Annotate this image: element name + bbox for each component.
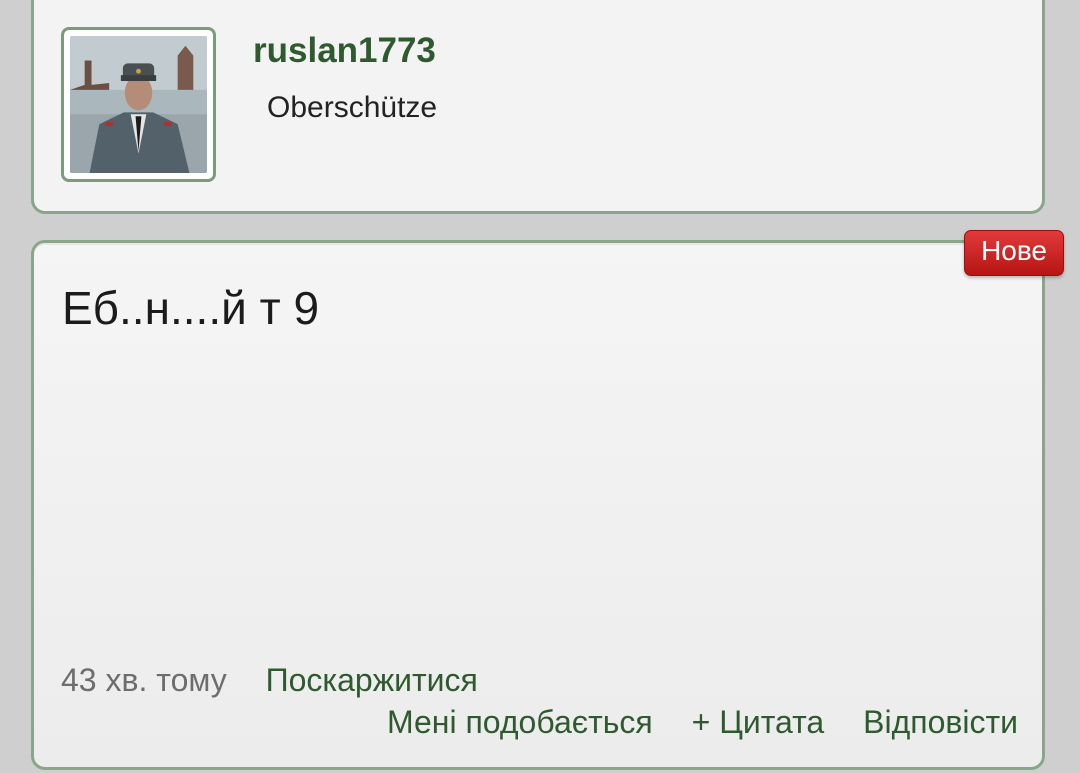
quote-link[interactable]: + Цитата [692, 704, 825, 740]
like-link[interactable]: Мені подобається [387, 704, 653, 740]
username[interactable]: ruslan1773 [253, 31, 436, 71]
user-info-card: ruslan1773 Oberschütze [31, 0, 1045, 214]
post-actions: Мені подобається + Цитата Відповісти [357, 704, 1018, 741]
avatar-frame[interactable] [61, 27, 216, 182]
user-rank: Oberschütze [267, 91, 438, 124]
post-text: Еб..н....й т 9 [62, 282, 320, 334]
post-timestamp: 43 хв. тому [61, 662, 227, 698]
new-badge: Нове [964, 230, 1064, 276]
report-link[interactable]: Поскаржитися [266, 662, 478, 698]
post-card: Еб..н....й т 9 43 хв. тому Поскаржитися … [31, 240, 1045, 770]
reply-link[interactable]: Відповісти [863, 704, 1018, 740]
post-meta: 43 хв. тому Поскаржитися [61, 662, 478, 699]
avatar [70, 36, 207, 173]
